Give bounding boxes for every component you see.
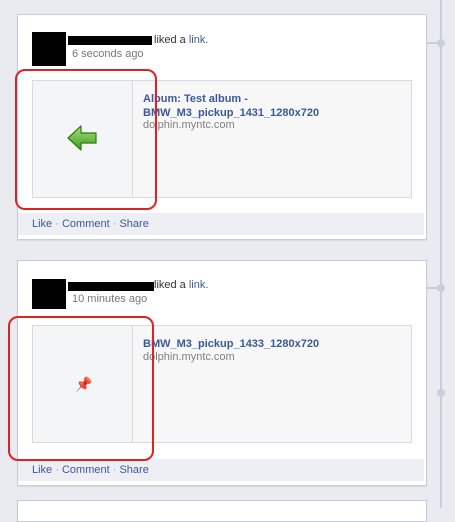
attachment-title[interactable]: BMW_M3_pickup_1433_1280x720 [143,337,403,351]
story-action-bar: Like · Comment · Share [18,213,424,235]
story-action-text: liked a [154,34,186,46]
avatar[interactable] [32,32,66,66]
story-action-bar: Like · Comment · Share [18,459,424,481]
share-link[interactable]: Share [119,218,148,230]
timeline-line [440,0,442,508]
timeline-dot [437,284,445,292]
avatar[interactable] [32,279,66,309]
comment-link[interactable]: Comment [62,464,110,476]
attachment-title[interactable]: Album: Test album - BMW_M3_pickup_1431_1… [143,92,403,120]
timestamp[interactable]: 10 minutes ago [72,293,147,305]
separator: · [55,218,59,230]
red-highlight-box [15,69,157,210]
separator: · [112,218,117,230]
redacted-user-name[interactable] [68,36,152,45]
like-link[interactable]: Like [32,218,52,230]
feed-story-card [17,500,427,522]
story-link[interactable]: link. [189,34,209,46]
timeline-dot [437,39,445,47]
timeline-connector [426,287,438,289]
redacted-user-name[interactable] [68,282,154,291]
attachment-url: dolphin.myntc.com [143,351,235,363]
separator: · [55,464,59,476]
timeline-dot [437,389,445,397]
story-link[interactable]: link. [189,279,209,291]
red-highlight-box [8,316,154,461]
story-action-text: liked a [154,279,186,291]
timestamp[interactable]: 6 seconds ago [72,48,144,60]
separator: · [112,464,117,476]
share-link[interactable]: Share [119,464,148,476]
timeline-connector [426,42,438,44]
comment-link[interactable]: Comment [62,218,110,230]
story-text: liked a link. [154,34,208,46]
story-text: liked a link. [154,279,208,291]
like-link[interactable]: Like [32,464,52,476]
